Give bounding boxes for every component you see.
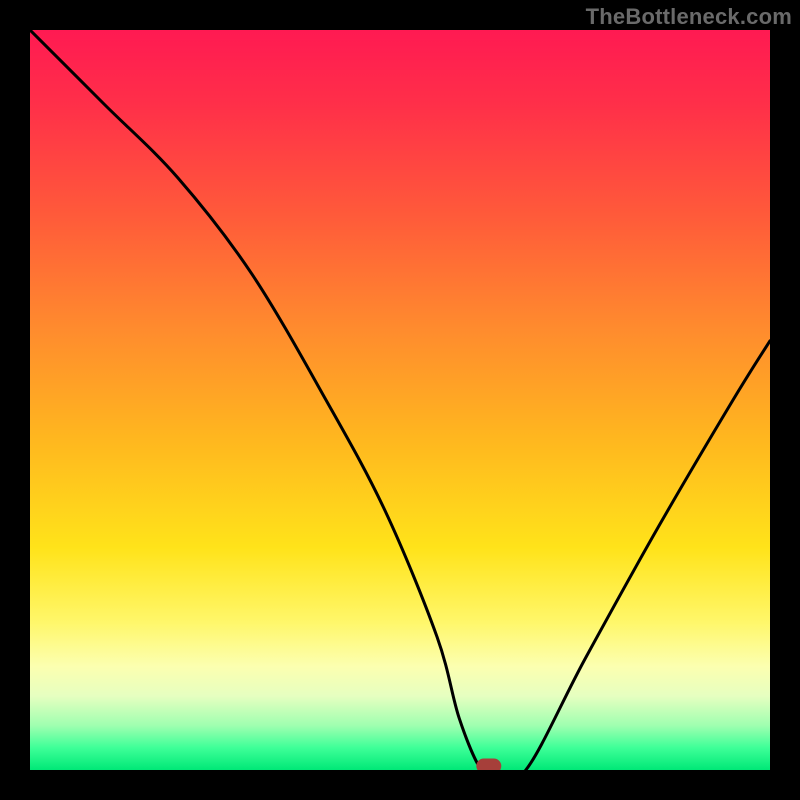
attribution-label: TheBottleneck.com bbox=[586, 4, 792, 30]
bottleneck-curve-svg bbox=[30, 30, 770, 770]
bottleneck-curve bbox=[30, 30, 770, 770]
plot-area bbox=[30, 30, 770, 770]
chart-frame: TheBottleneck.com bbox=[0, 0, 800, 800]
optimum-marker bbox=[477, 759, 501, 770]
